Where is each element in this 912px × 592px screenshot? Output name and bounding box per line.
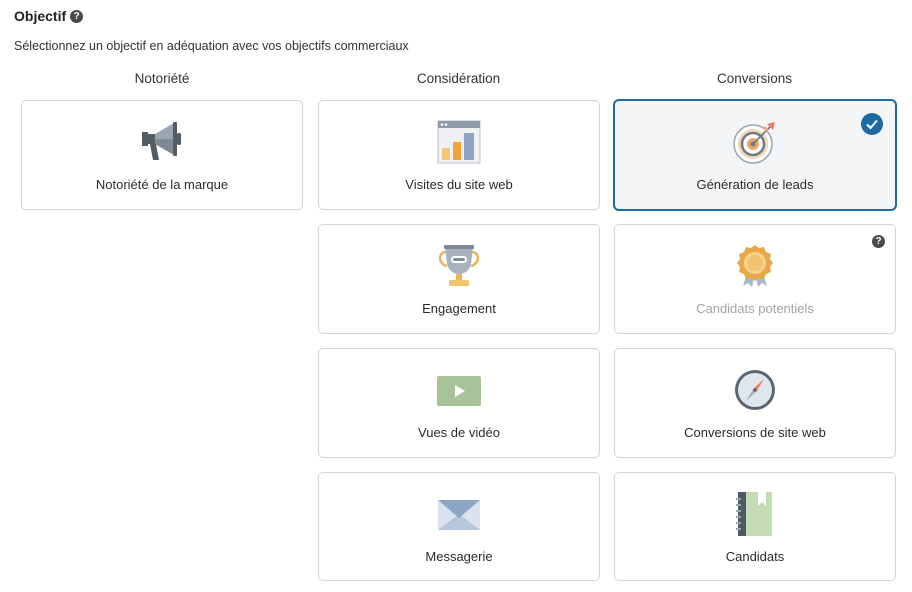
check-icon <box>861 113 883 135</box>
objective-card-video-views[interactable]: Vues de vidéo <box>318 348 600 458</box>
objective-card-website-visits[interactable]: Visites du site web <box>318 100 600 210</box>
question-circle-icon[interactable]: ? <box>872 235 885 248</box>
card-label: Candidats potentiels <box>696 301 814 316</box>
megaphone-icon <box>138 118 186 166</box>
objective-card-messaging[interactable]: Messagerie <box>318 472 600 581</box>
objective-card-website-conversions[interactable]: Conversions de site web <box>614 348 896 458</box>
envelope-icon <box>435 490 483 538</box>
target-arrow-icon <box>731 118 779 166</box>
objective-card-brand-awareness[interactable]: Notoriété de la marque <box>21 100 303 210</box>
award-ribbon-icon <box>731 242 779 290</box>
notebook-icon <box>731 490 779 538</box>
objective-subtitle: Sélectionnez un objectif en adéquation a… <box>14 39 409 53</box>
bar-chart-window-icon <box>435 118 483 166</box>
card-label: Notoriété de la marque <box>95 177 229 192</box>
video-play-icon <box>435 366 483 414</box>
objective-card-job-applicants[interactable]: Candidats <box>614 472 896 581</box>
card-label: Conversions de site web <box>684 425 826 440</box>
compass-icon <box>731 366 779 414</box>
question-circle-icon[interactable]: ? <box>70 9 84 23</box>
trophy-icon <box>435 242 483 290</box>
objective-card-engagement[interactable]: Engagement <box>318 224 600 334</box>
column-heading-awareness: Notoriété <box>134 71 190 86</box>
card-label: Vues de vidéo <box>418 425 500 440</box>
card-label: Génération de leads <box>696 177 814 192</box>
column-heading-consideration: Considération <box>416 71 501 86</box>
card-label: Candidats <box>725 549 785 564</box>
objective-header: Objectif ? <box>14 8 84 24</box>
objective-card-lead-generation[interactable]: Génération de leads <box>614 100 896 210</box>
card-label: Visites du site web <box>405 177 513 192</box>
column-heading-conversions: Conversions <box>716 71 793 86</box>
card-label: Engagement <box>422 301 496 316</box>
objective-card-talent-leads[interactable]: Candidats potentiels ? <box>614 224 896 334</box>
objective-title: Objectif <box>14 8 67 24</box>
card-label: Messagerie <box>425 549 493 564</box>
